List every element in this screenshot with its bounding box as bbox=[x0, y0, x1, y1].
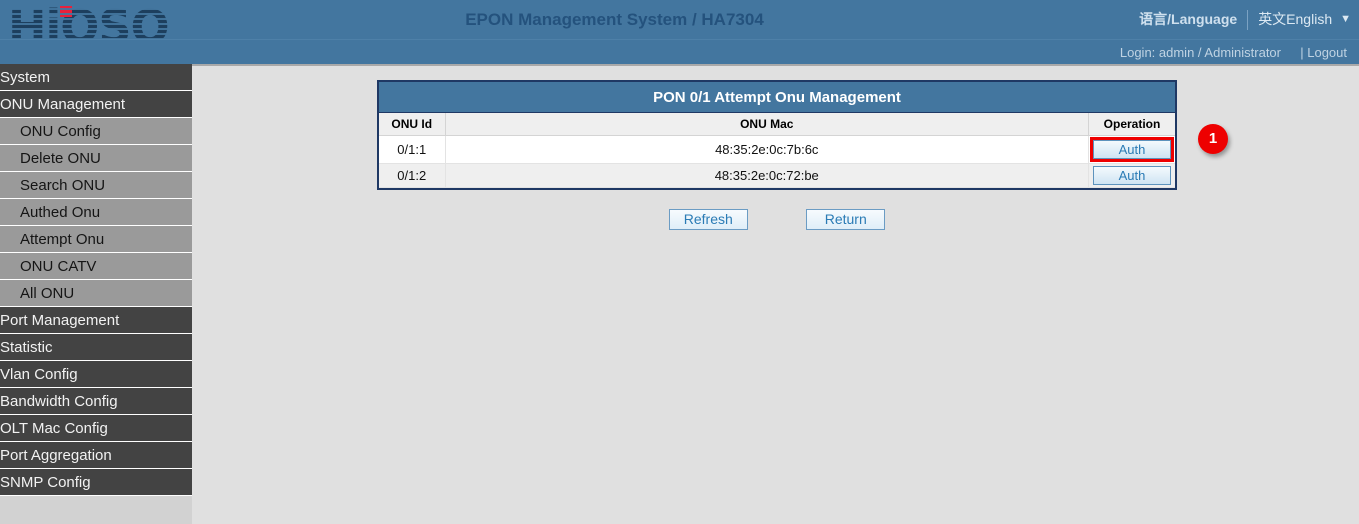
content-area: PON 0/1 Attempt Onu Management ONU Id ON… bbox=[192, 64, 1359, 524]
cell-operation: Auth bbox=[1089, 163, 1176, 187]
table-row: 0/1:248:35:2e:0c:72:beAuth bbox=[379, 163, 1175, 187]
logout-separator: | bbox=[1300, 45, 1303, 60]
annotation-badge-1: 1 bbox=[1198, 124, 1228, 154]
return-button[interactable]: Return bbox=[806, 209, 885, 230]
sidebar-item-onu-config[interactable]: ONU Config bbox=[0, 118, 192, 145]
cell-onu-id: 0/1:1 bbox=[379, 135, 445, 163]
attempt-onu-panel: PON 0/1 Attempt Onu Management ONU Id ON… bbox=[377, 80, 1177, 190]
sidebar-item-bandwidth-config[interactable]: Bandwidth Config bbox=[0, 388, 192, 415]
language-selector[interactable]: 语言/Language 英文English ▼ bbox=[1139, 0, 1351, 39]
table-body: 0/1:148:35:2e:0c:7b:6cAuth0/1:248:35:2e:… bbox=[379, 135, 1175, 187]
sidebar-item-vlan-config[interactable]: Vlan Config bbox=[0, 361, 192, 388]
panel-title: PON 0/1 Attempt Onu Management bbox=[379, 82, 1175, 113]
sidebar-item-olt-mac-config[interactable]: OLT Mac Config bbox=[0, 415, 192, 442]
cell-onu-mac: 48:35:2e:0c:72:be bbox=[445, 163, 1089, 187]
sidebar-navigation: SystemONU ManagementONU ConfigDelete ONU… bbox=[0, 64, 192, 524]
sidebar-item-all-onu[interactable]: All ONU bbox=[0, 280, 192, 307]
attempt-onu-table: ONU Id ONU Mac Operation 0/1:148:35:2e:0… bbox=[379, 113, 1175, 188]
refresh-button[interactable]: Refresh bbox=[669, 209, 748, 230]
column-header-operation: Operation bbox=[1089, 113, 1176, 135]
sidebar-item-port-management[interactable]: Port Management bbox=[0, 307, 192, 334]
table-header: ONU Id ONU Mac Operation bbox=[379, 113, 1175, 135]
sidebar-item-onu-management[interactable]: ONU Management bbox=[0, 91, 192, 118]
sidebar-item-port-aggregation[interactable]: Port Aggregation bbox=[0, 442, 192, 469]
table-header-row: ONU Id ONU Mac Operation bbox=[379, 113, 1175, 135]
sidebar-item-statistic[interactable]: Statistic bbox=[0, 334, 192, 361]
login-user-text: Login: admin / Administrator bbox=[1120, 40, 1281, 65]
sidebar-item-snmp-config[interactable]: SNMP Config bbox=[0, 469, 192, 496]
auth-button[interactable]: Auth bbox=[1093, 166, 1171, 185]
language-dropdown[interactable]: 英文English ▼ bbox=[1258, 0, 1351, 39]
sidebar-item-search-onu[interactable]: Search ONU bbox=[0, 172, 192, 199]
highlight-box: Auth bbox=[1090, 137, 1174, 162]
logout-area: | Logout bbox=[1300, 40, 1347, 65]
sidebar-item-system[interactable]: System bbox=[0, 64, 192, 91]
column-header-onu-mac: ONU Mac bbox=[445, 113, 1089, 135]
sidebar-item-delete-onu[interactable]: Delete ONU bbox=[0, 145, 192, 172]
sidebar-item-attempt-onu[interactable]: Attempt Onu bbox=[0, 226, 192, 253]
chevron-down-icon: ▼ bbox=[1340, 0, 1351, 39]
auth-button[interactable]: Auth bbox=[1093, 140, 1171, 159]
top-header-bar: HiOSO EPON Management System / HA7304 语言… bbox=[0, 0, 1359, 39]
language-dropdown-value: 英文English bbox=[1258, 0, 1332, 39]
language-divider bbox=[1247, 10, 1248, 30]
cell-operation: Auth bbox=[1089, 135, 1176, 163]
logout-link[interactable]: Logout bbox=[1307, 45, 1347, 60]
action-button-row: Refresh Return bbox=[377, 209, 1177, 230]
table-row: 0/1:148:35:2e:0c:7b:6cAuth bbox=[379, 135, 1175, 163]
sidebar-item-onu-catv[interactable]: ONU CATV bbox=[0, 253, 192, 280]
sidebar-item-authed-onu[interactable]: Authed Onu bbox=[0, 199, 192, 226]
cell-onu-id: 0/1:2 bbox=[379, 163, 445, 187]
language-label: 语言/Language bbox=[1139, 0, 1237, 39]
login-status-bar: Login: admin / Administrator | Logout bbox=[0, 39, 1359, 64]
cell-onu-mac: 48:35:2e:0c:7b:6c bbox=[445, 135, 1089, 163]
column-header-onu-id: ONU Id bbox=[379, 113, 445, 135]
